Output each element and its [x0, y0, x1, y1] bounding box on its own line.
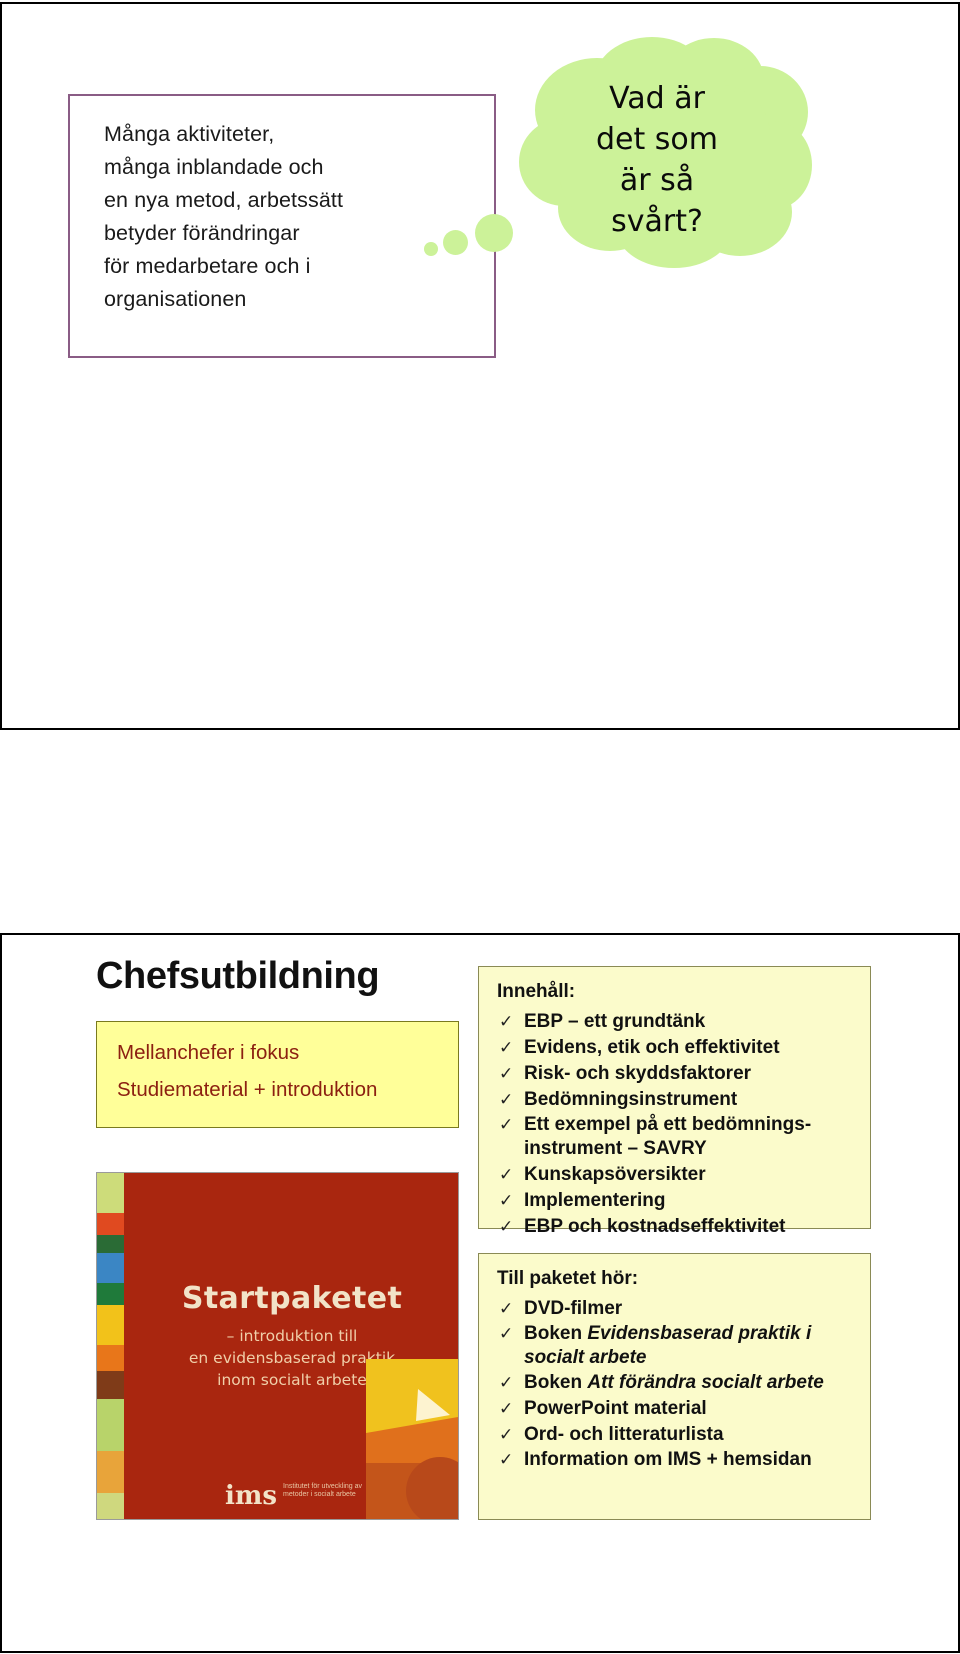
check-icon: ✓ [499, 1217, 514, 1236]
check-icon: ✓ [499, 1450, 514, 1469]
innehall-panel: Innehåll: ✓ EBP – ett grundtänk ✓ Evidens, … [478, 966, 871, 1237]
list-item-label: DVD-filmer [524, 1298, 623, 1319]
thought-bubble-text: Vad är det som är så svårt? [595, 81, 718, 239]
list-item-label: Risk- och skyddsfaktorer [524, 1063, 752, 1084]
slide-2-title: Chefsutbildning [96, 955, 380, 997]
book-cover-title: Startpaketet [181, 1281, 403, 1316]
book-cover-image: Startpaketet – introduktion till en evid… [96, 1172, 459, 1520]
list-item: ✓ Evidens, etik och effektivitet [493, 1035, 858, 1060]
check-icon: ✓ [499, 1038, 514, 1057]
list-item: ✓ Risk- och skyddsfaktorer [493, 1061, 858, 1086]
list-item-title: Att förändra socialt arbete [587, 1372, 824, 1393]
cover-logo-sub: Institutet för utveckling av metoder i s… [283, 1483, 363, 1498]
check-icon: ✓ [499, 1191, 514, 1210]
check-icon: ✓ [499, 1012, 514, 1031]
book-cover-logo: ims Institutet för utveckling av metoder … [225, 1481, 363, 1511]
check-icon: ✓ [499, 1425, 514, 1444]
thought-bubble: Vad är det som är så svårt? [502, 30, 812, 270]
check-icon: ✓ [499, 1299, 514, 1318]
list-item: ✓ Bedömningsinstrument [493, 1087, 858, 1112]
check-icon: ✓ [499, 1165, 514, 1184]
slide-1: Många aktiviteter, många inblandade och … [0, 2, 960, 730]
cover-color-strip [97, 1173, 124, 1519]
check-icon: ✓ [499, 1399, 514, 1418]
message-box: Många aktiviteter, många inblandade och … [68, 94, 496, 358]
cover-artwork [366, 1359, 458, 1519]
list-item-label: EBP och kostnadseffektivitet [524, 1216, 786, 1237]
list-item-label: Ett exempel på ett bedömnings-instrument… [524, 1114, 812, 1159]
subtitle-box: Mellanchefer i fokus Studiematerial + in… [96, 1021, 459, 1128]
check-icon: ✓ [499, 1090, 514, 1109]
innehall-heading: Innehåll: [497, 981, 576, 1002]
list-item-label: Information om IMS + hemsidan [524, 1449, 812, 1470]
list-item: ✓ Boken Att förändra socialt arbete [493, 1371, 858, 1395]
list-item: ✓ Boken Evidensbaserad praktik i socialt … [493, 1322, 858, 1370]
list-item-label: Ord- och litteraturlista [524, 1424, 724, 1445]
list-item: ✓ EBP och kostnadseffektivitet [493, 1214, 858, 1239]
list-item-label: Boken [524, 1323, 588, 1344]
list-item-label: Kunskapsöversikter [524, 1164, 706, 1185]
list-item-label: EBP – ett grundtänk [524, 1011, 706, 1032]
list-item-label: Bedömningsinstrument [524, 1089, 738, 1110]
list-item: ✓ EBP – ett grundtänk [493, 1009, 858, 1034]
handout-page: Många aktiviteter, många inblandade och … [0, 0, 960, 1654]
list-item-label: Boken [524, 1372, 588, 1393]
paketet-heading: Till paketet hör: [497, 1268, 639, 1289]
list-item-label: PowerPoint material [524, 1398, 707, 1419]
check-icon: ✓ [499, 1115, 514, 1134]
list-item-label: Evidens, etik och effektivitet [524, 1037, 780, 1058]
subtitle-line-1: Mellanchefer i fokus [117, 1041, 300, 1064]
list-item-label: Implementering [524, 1190, 666, 1211]
innehall-list: ✓ EBP – ett grundtänk ✓ Evidens, etik och e… [493, 1009, 858, 1239]
message-box-text: Många aktiviteter, många inblandade och … [104, 122, 344, 311]
subtitle-line-2: Studiematerial + introduktion [117, 1078, 378, 1101]
check-icon: ✓ [499, 1373, 514, 1392]
list-item: ✓ Information om IMS + hemsidan [493, 1448, 858, 1472]
list-item: ✓ Implementering [493, 1188, 858, 1213]
list-item: ✓ Kunskapsöversikter [493, 1162, 858, 1187]
thought-dot-medium [443, 230, 468, 255]
list-item: ✓ Ett exempel på ett bedömnings-instrumen… [493, 1113, 858, 1161]
list-item: ✓ DVD-filmer [493, 1296, 858, 1321]
paketet-panel: Till paketet hör: ✓ DVD-filmer ✓ Boken Evid… [478, 1253, 871, 1520]
list-item: ✓ Ord- och litteraturlista [493, 1422, 858, 1447]
check-icon: ✓ [499, 1064, 514, 1083]
cover-artwork-shape [366, 1359, 458, 1519]
paketet-list: ✓ DVD-filmer ✓ Boken Evidensbaserad praktik… [493, 1296, 858, 1472]
list-item: ✓ PowerPoint material [493, 1396, 858, 1421]
cover-logo-text: ims [225, 1481, 278, 1511]
thought-dot-small [424, 242, 438, 256]
check-icon: ✓ [499, 1324, 514, 1343]
